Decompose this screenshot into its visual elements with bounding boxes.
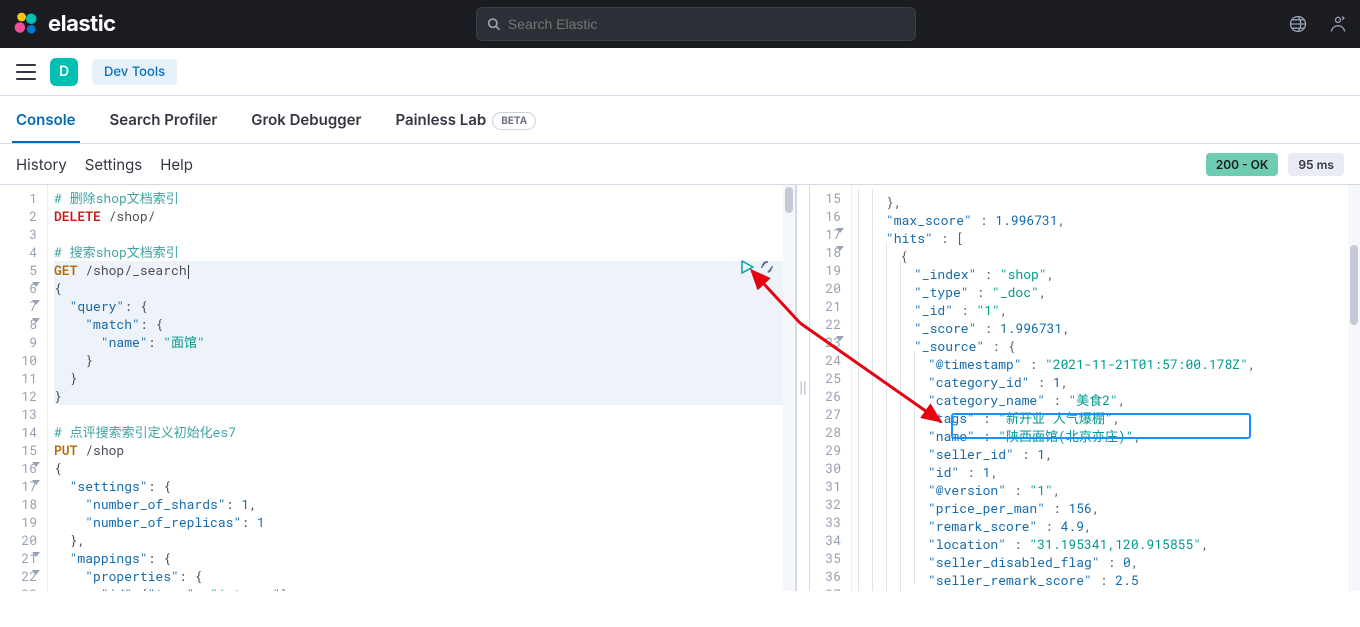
request-line[interactable]: "properties": { — [54, 567, 783, 585]
latency-badge: 95 ms — [1288, 153, 1344, 176]
response-line[interactable]: "hits" : [ — [858, 225, 1348, 243]
request-line[interactable]: { — [54, 459, 783, 477]
brand-text: elastic — [48, 11, 116, 37]
request-options-icon[interactable] — [759, 259, 775, 275]
response-line[interactable]: "location" : "31.195341,120.915855", — [858, 531, 1348, 549]
toolbar-help[interactable]: Help — [160, 155, 193, 174]
request-line[interactable] — [54, 225, 783, 243]
request-line[interactable]: # 点评搜索索引定义初始化es7 — [54, 423, 783, 441]
breadcrumb-devtools[interactable]: Dev Tools — [92, 59, 177, 85]
editor-split: 1234567891011121314151617181920212223 # … — [0, 184, 1360, 591]
nav-toggle-icon[interactable] — [16, 64, 36, 80]
elastic-logo[interactable]: elastic — [12, 10, 116, 38]
request-line[interactable]: "settings": { — [54, 477, 783, 495]
request-line[interactable]: "id":{"type": "integer"} — [54, 585, 783, 591]
request-line[interactable]: PUT /shop — [54, 441, 783, 459]
request-actions — [739, 259, 775, 275]
request-line[interactable]: "query": { — [54, 297, 783, 315]
request-line[interactable]: "number_of_shards": 1, — [54, 495, 783, 513]
request-line[interactable]: DELETE /shop/ — [54, 207, 783, 225]
request-line[interactable]: # 删除shop文档索引 — [54, 189, 783, 207]
response-pane[interactable]: 1516171819202122232425262728293031323334… — [810, 185, 1360, 591]
request-line[interactable]: "match": { — [54, 315, 783, 333]
request-line[interactable]: } — [54, 387, 783, 405]
app-subheader: D Dev Tools — [0, 48, 1360, 96]
toolbar-history[interactable]: History — [16, 155, 67, 174]
request-line[interactable] — [54, 405, 783, 423]
request-line[interactable]: "name": "面馆" — [54, 333, 783, 351]
response-code[interactable]: },"max_score" : 1.996731,"hits" : [{"_in… — [852, 185, 1348, 591]
request-line[interactable]: # 搜索shop文档索引 — [54, 243, 783, 261]
toolbar-settings[interactable]: Settings — [85, 155, 142, 174]
response-line[interactable]: "_index" : "shop", — [858, 261, 1348, 279]
tab-console[interactable]: Console — [16, 97, 76, 142]
response-line[interactable]: "category_name" : "美食2", — [858, 387, 1348, 405]
request-line[interactable]: "mappings": { — [54, 549, 783, 567]
response-scrollbar[interactable] — [1348, 185, 1360, 591]
response-line[interactable]: "_score" : 1.996731, — [858, 315, 1348, 333]
global-search[interactable] — [476, 7, 916, 41]
response-line[interactable]: "name" : "陕西面馆(北京亦庄)", — [858, 423, 1348, 441]
response-gutter: 1516171819202122232425262728293031323334… — [810, 185, 852, 591]
response-line[interactable]: "seller_remark_score" : 2.5 — [858, 567, 1348, 585]
request-line[interactable]: } — [54, 369, 783, 387]
tab-search-profiler[interactable]: Search Profiler — [110, 97, 218, 142]
search-icon — [487, 17, 500, 31]
request-line[interactable]: { — [54, 279, 783, 297]
response-line[interactable]: "tags" : "新开业 人气爆棚", — [858, 405, 1348, 423]
tab-painless-lab[interactable]: Painless LabBETA — [395, 97, 536, 142]
response-line[interactable]: "@timestamp" : "2021-11-21T01:57:00.178Z… — [858, 351, 1348, 369]
response-line[interactable]: "max_score" : 1.996731, — [858, 207, 1348, 225]
elastic-logo-icon — [12, 10, 40, 38]
console-toolbar: History Settings Help 200 - OK 95 ms — [0, 144, 1360, 184]
search-input[interactable] — [508, 16, 905, 32]
response-line[interactable]: "price_per_man" : 156, — [858, 495, 1348, 513]
news-icon[interactable] — [1288, 14, 1308, 34]
response-line[interactable]: }, — [858, 189, 1348, 207]
response-line[interactable]: "seller_disabled_flag" : 0, — [858, 549, 1348, 567]
response-line[interactable]: "_id" : "1", — [858, 297, 1348, 315]
global-header: elastic — [0, 0, 1360, 48]
request-line[interactable]: GET /shop/_search — [54, 261, 783, 279]
profile-icon[interactable] — [1328, 14, 1348, 34]
response-line[interactable]: "id" : 1, — [858, 459, 1348, 477]
request-scrollbar[interactable] — [783, 185, 795, 591]
devtools-tabs: Console Search Profiler Grok Debugger Pa… — [0, 96, 1360, 144]
response-line[interactable]: "remark_score" : 4.9, — [858, 513, 1348, 531]
request-code[interactable]: # 删除shop文档索引DELETE /shop/ # 搜索shop文档索引GET… — [48, 185, 783, 591]
pane-divider[interactable]: || — [796, 185, 810, 591]
request-pane[interactable]: 1234567891011121314151617181920212223 # … — [0, 185, 796, 591]
header-right-actions — [1288, 14, 1348, 34]
request-line[interactable]: }, — [54, 531, 783, 549]
request-line[interactable]: } — [54, 351, 783, 369]
request-gutter: 1234567891011121314151617181920212223 — [0, 185, 48, 591]
tab-grok-debugger[interactable]: Grok Debugger — [251, 97, 361, 142]
run-request-icon[interactable] — [739, 259, 755, 275]
space-avatar[interactable]: D — [50, 58, 78, 86]
response-line[interactable]: "_source" : { — [858, 333, 1348, 351]
status-badge: 200 - OK — [1206, 153, 1279, 176]
beta-badge: BETA — [492, 112, 536, 130]
response-line[interactable]: "@version" : "1", — [858, 477, 1348, 495]
request-line[interactable]: "number_of_replicas": 1 — [54, 513, 783, 531]
response-line[interactable]: "_type" : "_doc", — [858, 279, 1348, 297]
